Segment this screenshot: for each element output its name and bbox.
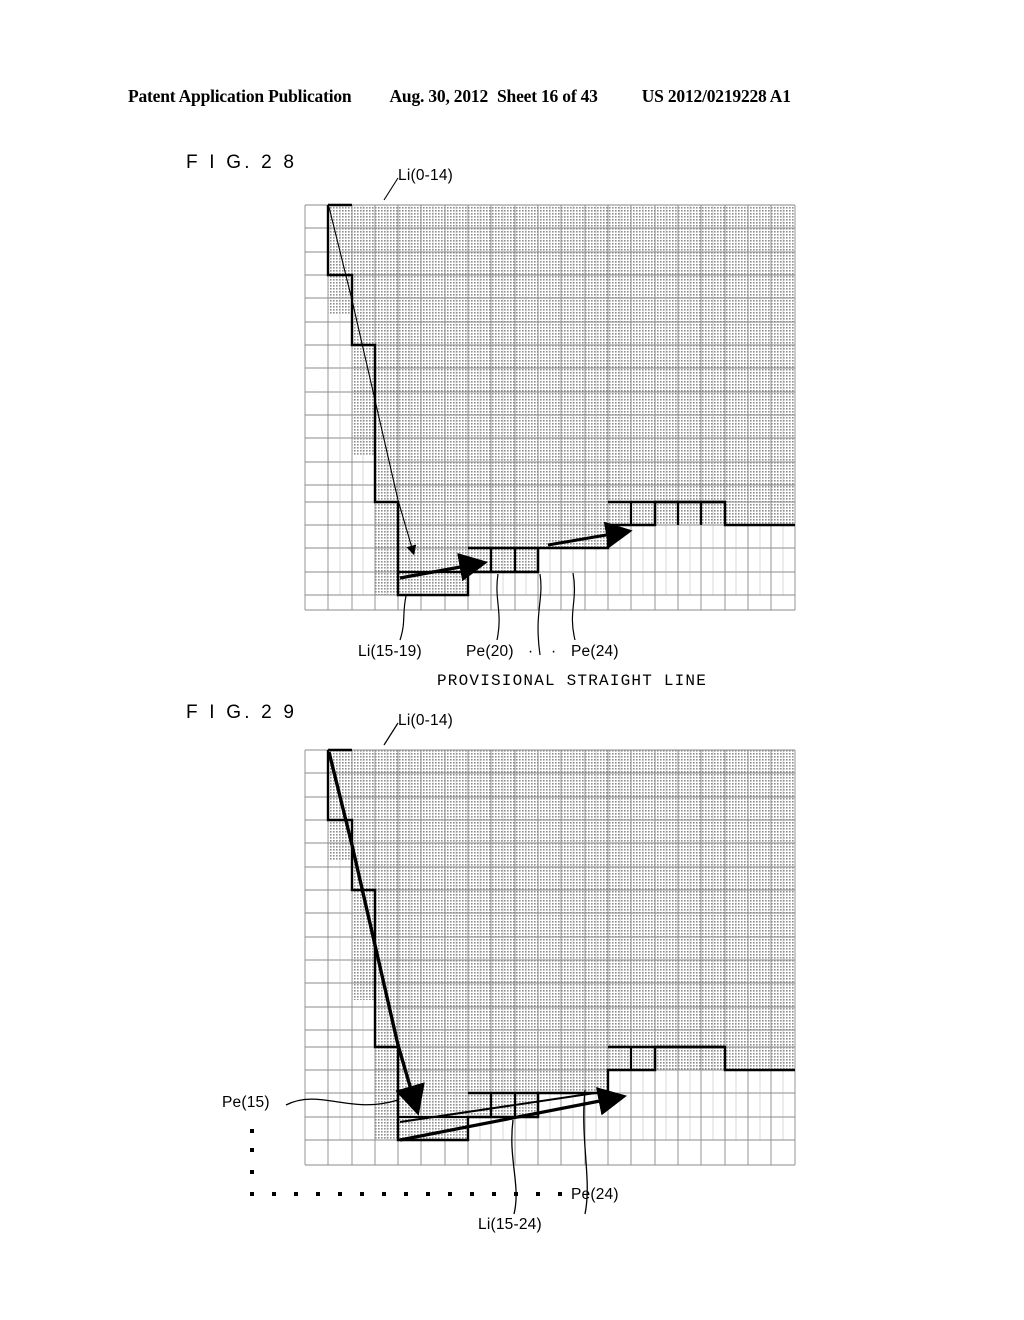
ellipsis-dot-vertical-1 bbox=[250, 1129, 254, 1133]
ellipsis-dot-h-9 bbox=[426, 1192, 430, 1196]
ellipsis-dot-h-2 bbox=[272, 1192, 276, 1196]
ellipsis-dot-h-3 bbox=[294, 1192, 298, 1196]
ellipsis-dot-h-8 bbox=[404, 1192, 408, 1196]
ellipsis-dot-h-10 bbox=[448, 1192, 452, 1196]
ellipsis-dot-vertical-3 bbox=[250, 1170, 254, 1174]
ellipsis-dot-h-15 bbox=[558, 1192, 562, 1196]
label-pe-24-fig29: Pe(24) bbox=[571, 1186, 619, 1203]
ellipsis-dot-h-11 bbox=[470, 1192, 474, 1196]
ellipsis-dot-h-14 bbox=[536, 1192, 540, 1196]
figure-29-drawing bbox=[0, 0, 1024, 1320]
ellipsis-dot-h-6 bbox=[360, 1192, 364, 1196]
label-li-0-14-fig29: Li(0-14) bbox=[398, 712, 454, 729]
label-pe-15-fig29: Pe(15) bbox=[222, 1094, 270, 1111]
leader-li-0-14-fig29 bbox=[383, 722, 399, 746]
label-li-15-24-fig29: Li(15-24) bbox=[478, 1216, 542, 1233]
ellipsis-dot-h-5 bbox=[338, 1192, 342, 1196]
ellipsis-dot-h-4 bbox=[316, 1192, 320, 1196]
ellipsis-dot-h-7 bbox=[382, 1192, 386, 1196]
ellipsis-dot-h-1 bbox=[250, 1192, 254, 1196]
ellipsis-dot-h-12 bbox=[492, 1192, 496, 1196]
ellipsis-dot-h-13 bbox=[514, 1192, 518, 1196]
ellipsis-dot-vertical-2 bbox=[250, 1148, 254, 1152]
